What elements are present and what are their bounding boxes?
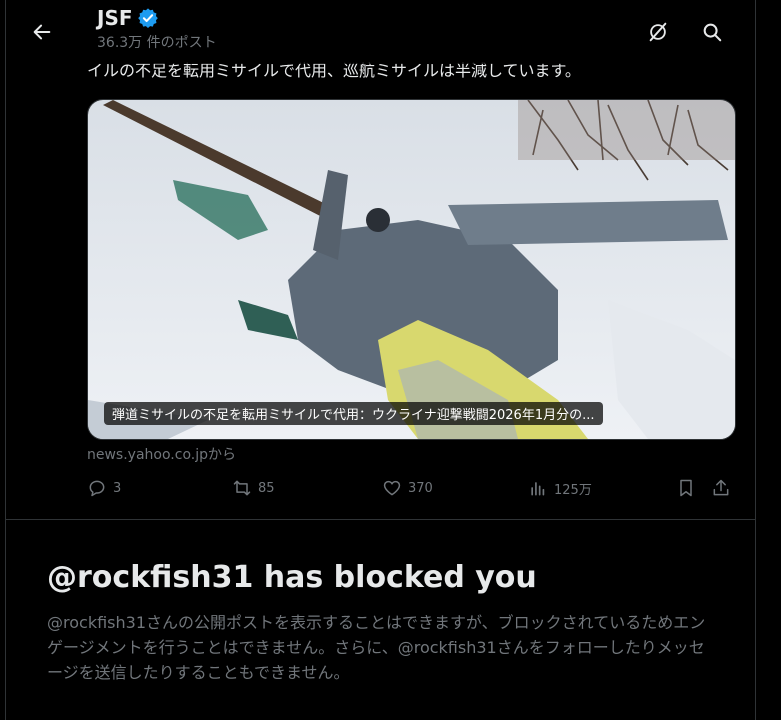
reply-count: 3 [113, 480, 122, 496]
grok-icon [649, 22, 667, 42]
back-button[interactable] [24, 14, 60, 50]
profile-header: JSF 36.3万 件のポスト [97, 6, 217, 52]
card-title: 弾道ミサイルの不足を転用ミサイルで代用：ウクライナ迎撃戦闘2026年1月分の..… [104, 402, 603, 425]
top-bar: JSF 36.3万 件のポスト [6, 0, 755, 64]
views-icon [531, 482, 545, 496]
blocked-title: @rockfish31 has blocked you [47, 560, 537, 595]
link-card[interactable]: 弾道ミサイルの不足を転用ミサイルで代用：ウクライナ迎撃戦闘2026年1月分の..… [87, 99, 736, 440]
like-icon [383, 480, 401, 496]
reply-icon [89, 480, 105, 497]
repost-count: 85 [258, 480, 275, 496]
back-arrow-icon [33, 24, 51, 40]
reply-button[interactable]: 3 [87, 478, 121, 498]
blocked-message: @rockfish31さんの公開ポストを表示することはできますが、ブロックされて… [47, 613, 706, 682]
search-button[interactable] [694, 14, 730, 50]
views-count: 125万 [554, 482, 592, 498]
share-icon [713, 479, 729, 496]
tweet-actions: 3 85 370 125万 [87, 478, 734, 506]
profile-name: JSF [97, 6, 133, 30]
bookmark-button[interactable] [676, 478, 702, 498]
divider [6, 519, 755, 520]
grok-button[interactable] [640, 14, 676, 50]
card-image [88, 100, 735, 439]
verified-badge-icon [137, 8, 158, 28]
like-button[interactable]: 370 [382, 478, 433, 498]
repost-button[interactable]: 85 [232, 478, 275, 498]
search-icon [703, 23, 722, 42]
post-count: 36.3万 件のポスト [97, 35, 217, 51]
like-count: 370 [408, 480, 433, 496]
timeline-column: JSF 36.3万 件のポスト イルの不足を転用ミサイルで代用、巡航ミサイルは半… [5, 0, 756, 720]
share-button[interactable] [711, 478, 737, 498]
views-button[interactable]: 125万 [528, 478, 592, 498]
card-source[interactable]: news.yahoo.co.jpから [87, 444, 236, 464]
bookmark-icon [680, 479, 692, 497]
repost-icon [233, 480, 251, 496]
